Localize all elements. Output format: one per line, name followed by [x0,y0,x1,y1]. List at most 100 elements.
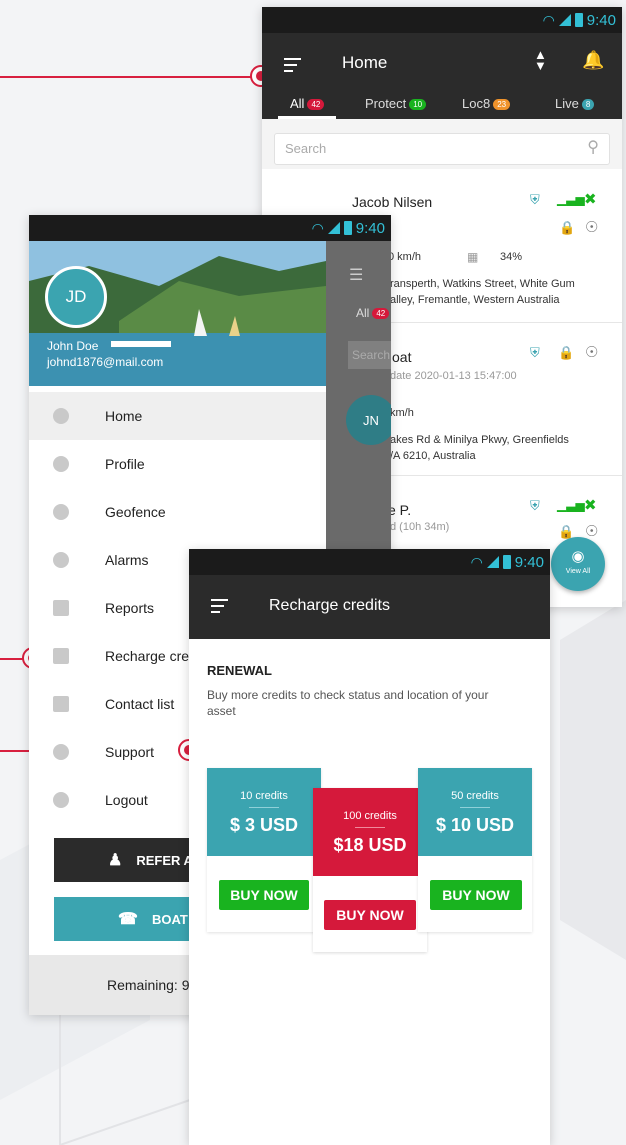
package-credits: 50 credits [451,790,499,802]
target-icon: ☉ [585,219,599,236]
status-bar: ◠ 9:40 [262,7,622,33]
menu-item-profile[interactable]: Profile [29,440,326,488]
bar-chart-icon [53,600,69,616]
geofence-icon [53,504,69,520]
battery-icon [502,555,511,569]
sort-icon[interactable]: ▲ ▼ [534,48,547,72]
package-credits: 10 credits [240,790,288,802]
signal-icon [486,556,499,568]
package-header: 10 credits $ 3 USD [207,768,321,856]
signal-strength-icon: ▁▃▅ [557,192,585,206]
signal-icon [327,222,340,234]
wifi-icon: ◠ [470,553,483,570]
vehicle-name: e P. [388,502,412,518]
user-email: johnd1876@mail.com [47,355,164,369]
recharge-app-bar: Recharge credits [189,575,550,639]
peek-tab-all: All 42 [356,306,390,320]
signal-icon [558,14,571,26]
lock-icon: 🔒 [558,345,575,360]
notifications-bell-icon[interactable]: 🔔 [582,50,604,71]
address-line-2: alley, Fremantle, Western Australia [390,294,560,306]
status-time: 9:40 [514,553,544,571]
refer-label: REFER A [136,852,193,868]
page-title: Home [342,53,388,72]
buy-now-button[interactable]: BUY NOW [430,880,522,910]
satellite-icon: ✖ [584,497,597,514]
boat-label: BOAT [151,911,188,927]
shield-icon: ⛨ [530,498,540,513]
tab-protect[interactable]: Protect 10 [365,96,427,111]
search-input[interactable]: Search ⚲ [274,133,610,165]
buy-now-button[interactable]: BUY NOW [324,900,416,930]
drawer-header: JD John Doe johnd1876@mail.com [29,241,326,386]
search-icon[interactable]: ⚲ [587,137,599,157]
section-description: Buy more credits to check status and loc… [207,688,489,718]
package-divider [460,807,490,808]
address-line-2: /A 6210, Australia [390,450,476,462]
package-header: 50 credits $ 10 USD [418,768,532,856]
target-icon: ☉ [585,344,599,361]
shield-icon: ⛨ [530,345,540,360]
support-icon [53,744,69,760]
gear-icon [53,456,69,472]
eye-icon: ◉ [571,548,585,565]
view-all-button[interactable]: ◉ View All [551,537,605,591]
lock-icon: 🔒 [559,220,576,235]
duration: d (10h 34m) [390,521,450,533]
package-header: 100 credits $18 USD [313,788,427,876]
last-update: date 2020-01-13 15:47:00 [390,370,517,382]
package-credits: 100 credits [343,810,397,822]
signal-strength-icon: ▁▃▅ [557,498,585,512]
address-line-1: akes Rd & Minilya Pkwy, Greenfields [390,434,569,446]
wifi-icon: ◠ [542,11,555,28]
phone-icon: ☎ [118,911,138,928]
status-bar: ◠ 9:40 [29,215,391,241]
speed-value: 0 km/h [388,251,422,263]
home-icon [53,408,69,424]
menu-item-geofence[interactable]: Geofence [29,488,326,536]
callout-line-home [0,76,252,78]
page-title: Recharge credits [269,597,390,614]
remaining-credits: Remaining: 9 [107,977,190,993]
package-price: $18 USD [333,835,407,855]
buy-now-button[interactable]: BUY NOW [219,880,309,910]
status-bar: ◠ 9:40 [189,549,550,575]
alarm-icon [53,552,69,568]
menu-icon: ☰ [349,267,364,284]
package-divider [249,807,279,808]
contact-icon [53,696,69,712]
status-time: 9:40 [586,11,616,29]
wifi-icon: ◠ [311,219,324,236]
shield-icon: ⛨ [530,192,540,207]
power-icon [53,792,69,808]
menu-item-home[interactable]: Home [29,392,326,440]
battery-icon [574,13,583,27]
target-icon: ☉ [585,523,599,540]
vehicle-name: Jacob Nilsen [352,194,433,210]
speed-value: km/h [390,407,414,419]
vehicle-name: oat [392,349,412,365]
peek-avatar: JN [346,395,391,445]
fuel-icon: ▦ [467,250,479,264]
battery-icon [343,221,352,235]
peek-search: Search [348,341,391,369]
menu-icon[interactable] [284,58,301,76]
user-name: John Doe [47,339,99,353]
package-price: $ 3 USD [229,815,299,835]
package-price: $ 10 USD [435,815,515,835]
status-time: 9:40 [355,219,385,237]
user-avatar[interactable]: JD [45,266,107,328]
recharge-screen: ◠ 9:40 Recharge credits RENEWAL Buy more… [189,549,550,1145]
home-app-bar: Home ▲ ▼ 🔔 All 42 Protect 10 Loc8 23 Live 8 [262,33,622,119]
satellite-icon: ✖ [584,191,597,208]
menu-icon[interactable] [211,599,228,617]
tab-loc8[interactable]: Loc8 23 [462,96,511,111]
view-all-label: View All [565,568,591,575]
package-divider [355,827,385,828]
tab-all[interactable]: All 42 [290,96,325,111]
section-title: RENEWAL [207,663,272,678]
fuel-value: 34% [500,251,523,263]
callout-line-recharge [0,658,24,660]
add-user-icon: ♟ [108,852,123,869]
tab-live[interactable]: Live 8 [555,96,595,111]
